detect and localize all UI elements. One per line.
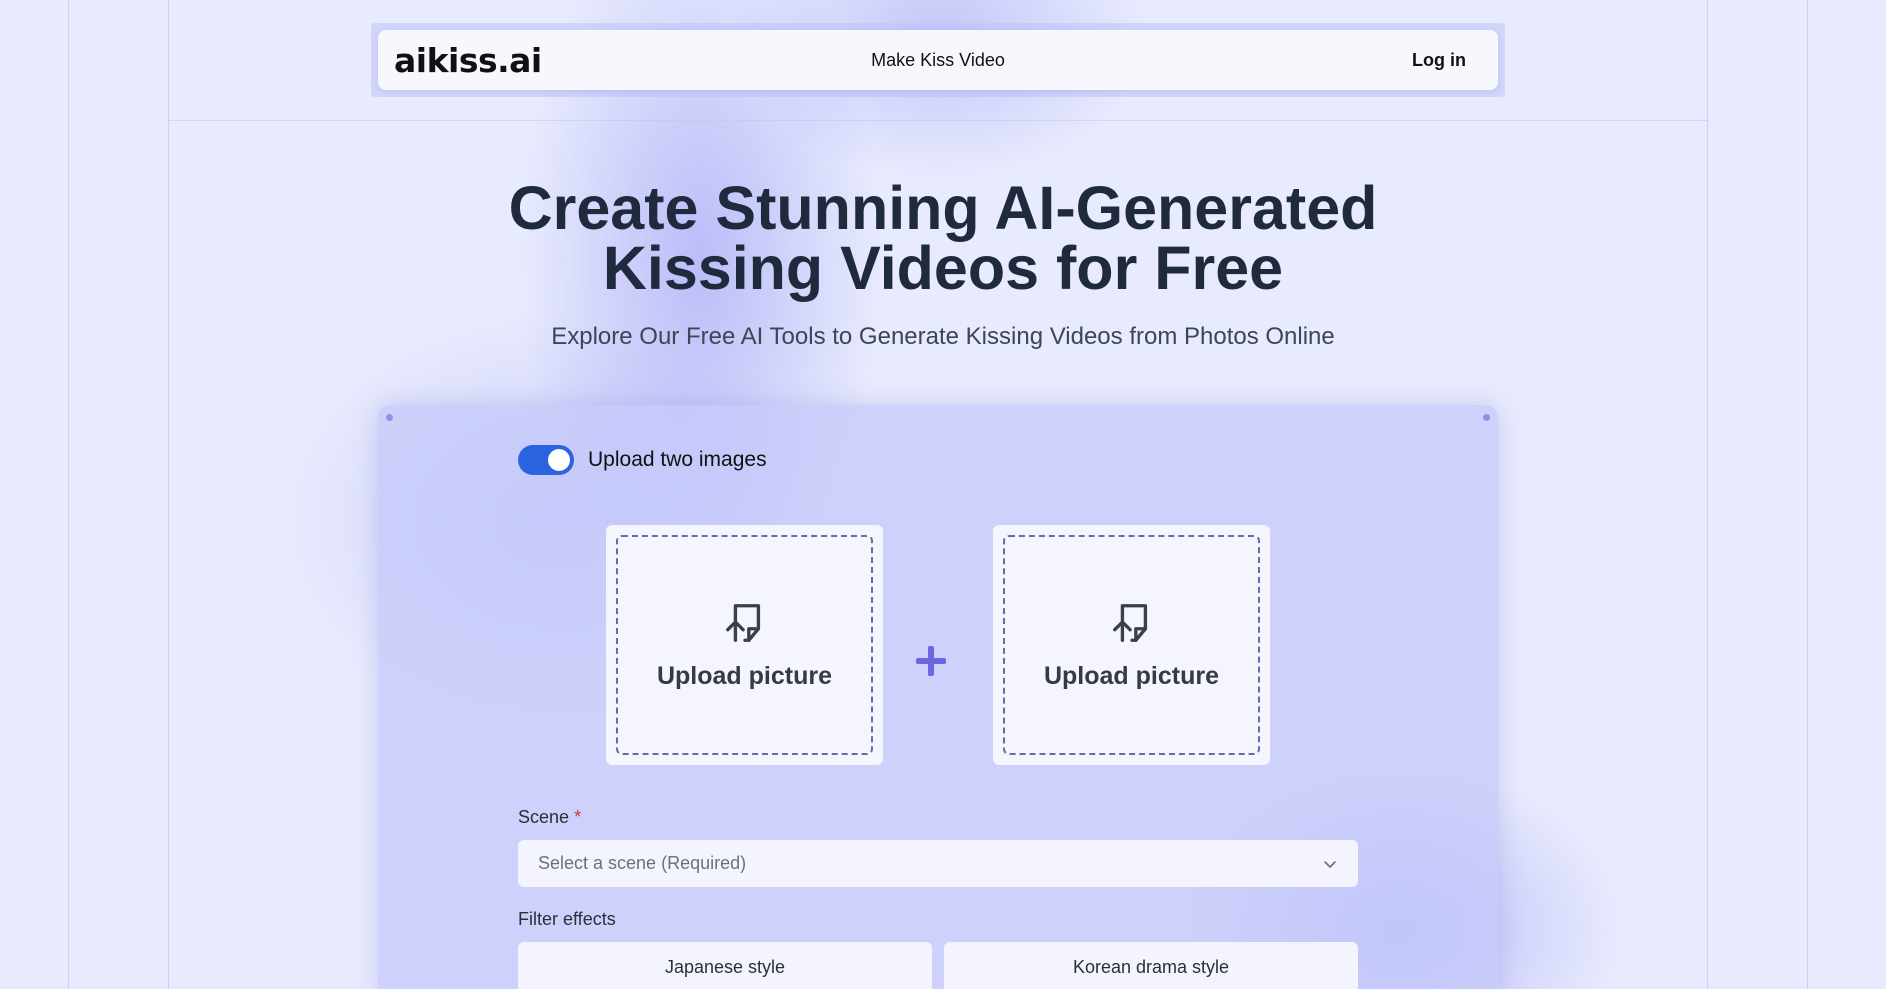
filter-option-japanese[interactable]: Japanese style bbox=[518, 942, 932, 989]
toggle-knob bbox=[548, 449, 570, 471]
required-mark: * bbox=[574, 807, 582, 827]
scene-label-text: Scene bbox=[518, 807, 570, 827]
plus-icon bbox=[916, 646, 946, 676]
guide-line bbox=[1807, 0, 1808, 989]
page-subtitle: Explore Our Free AI Tools to Generate Ki… bbox=[551, 323, 1335, 350]
upload-label: Upload picture bbox=[1043, 661, 1219, 690]
scene-select-placeholder: Select a scene (Required) bbox=[538, 853, 747, 873]
page-title: Create Stunning AI-Generated Kissing Vid… bbox=[0, 178, 1886, 299]
corner-dot bbox=[1483, 414, 1490, 421]
guide-line bbox=[1707, 0, 1708, 989]
filter-effects-label: Filter effects bbox=[518, 909, 616, 929]
upload-dropzone-2[interactable]: Upload picture bbox=[1003, 535, 1260, 755]
logo[interactable]: aikiss.ai bbox=[394, 41, 542, 80]
nav-link-make-kiss-video[interactable]: Make Kiss Video bbox=[871, 50, 1005, 71]
toggle-label: Upload two images bbox=[588, 448, 767, 471]
scene-select[interactable]: Select a scene (Required) bbox=[518, 840, 1358, 887]
upload-card-2: Upload picture bbox=[993, 525, 1270, 765]
corner-dot bbox=[386, 414, 393, 421]
guide-line bbox=[68, 0, 69, 989]
upload-file-icon bbox=[725, 603, 760, 642]
generator-panel bbox=[378, 405, 1498, 989]
upload-two-images-toggle[interactable] bbox=[518, 445, 574, 475]
guide-line bbox=[168, 0, 169, 989]
scene-label: Scene * bbox=[518, 807, 581, 828]
login-link[interactable]: Log in bbox=[1412, 50, 1466, 71]
upload-label: Upload picture bbox=[656, 661, 832, 690]
header-divider bbox=[168, 120, 1708, 121]
upload-two-images-toggle-row: Upload two images bbox=[518, 445, 767, 475]
navbar: aikiss.ai Make Kiss Video Log in bbox=[378, 30, 1498, 90]
logo-text: aikiss.ai bbox=[394, 40, 542, 80]
title-line-1: Create Stunning AI-Generated bbox=[508, 174, 1378, 242]
chevron-down-icon bbox=[1324, 860, 1336, 868]
upload-card-1: Upload picture bbox=[606, 525, 883, 765]
title-line-2: Kissing Videos for Free bbox=[602, 234, 1284, 302]
filter-option-korean-drama[interactable]: Korean drama style bbox=[944, 942, 1358, 989]
upload-dropzone-1[interactable]: Upload picture bbox=[616, 535, 873, 755]
upload-file-icon bbox=[1112, 603, 1147, 642]
